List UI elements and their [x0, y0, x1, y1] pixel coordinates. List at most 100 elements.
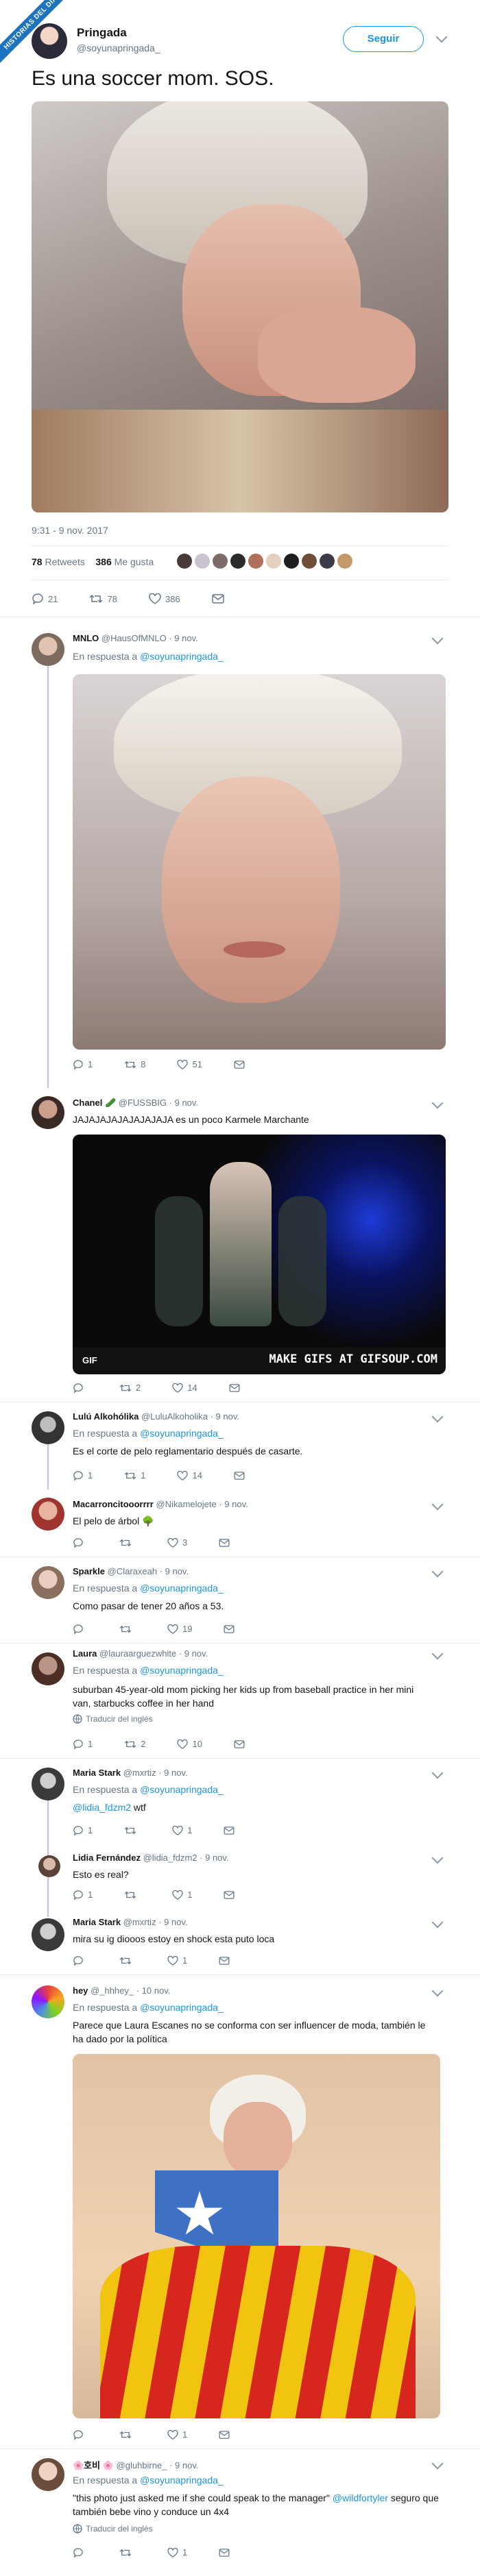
liker-avatar[interactable]: [213, 554, 228, 569]
reply-avatar[interactable]: [32, 1498, 64, 1531]
reply-avatar[interactable]: [32, 1566, 64, 1599]
reply-time[interactable]: · 9 nov.: [160, 1566, 189, 1576]
dm-button[interactable]: [234, 1739, 249, 1748]
reply-author-handle[interactable]: @FUSSBIG: [119, 1098, 167, 1108]
dm-button[interactable]: [234, 1060, 249, 1069]
chevron-down-icon[interactable]: [431, 1411, 444, 1423]
reply-author-handle[interactable]: @lidia_fdzm2: [143, 1853, 197, 1863]
reply-author-handle[interactable]: @Nikamelojete: [156, 1499, 216, 1509]
chevron-down-icon[interactable]: [431, 1097, 444, 1109]
like-button[interactable]: 10: [177, 1739, 202, 1749]
liker-avatar[interactable]: [284, 554, 299, 569]
reply-mention-link[interactable]: @soyunapringada_: [140, 1665, 224, 1676]
reply-avatar[interactable]: [32, 1918, 64, 1951]
liker-avatar[interactable]: [320, 554, 335, 569]
reply-author-name[interactable]: MNLO: [73, 633, 99, 643]
mention-link[interactable]: @wildfortyler: [333, 2492, 388, 2503]
main-author-handle[interactable]: @soyunapringada_: [77, 42, 160, 53]
retweet-button[interactable]: 78: [89, 593, 117, 604]
liker-avatar[interactable]: [248, 554, 263, 569]
dm-button[interactable]: [219, 1538, 234, 1547]
reply-mention-link[interactable]: @soyunapringada_: [140, 1784, 224, 1795]
reply-author-handle[interactable]: @LuluAlkoholika: [141, 1411, 208, 1422]
dm-button[interactable]: [219, 2548, 234, 2557]
dm-button[interactable]: [219, 2430, 234, 2439]
reply-button[interactable]: [73, 2547, 88, 2558]
reply-mention-link[interactable]: @soyunapringada_: [140, 651, 224, 662]
reply-author-handle[interactable]: @gluhbirne_: [117, 2460, 167, 2470]
liker-avatar[interactable]: [230, 554, 245, 569]
reply-author-handle[interactable]: @mxrtiz: [123, 1768, 156, 1778]
reply-time[interactable]: · 9 nov.: [158, 1768, 187, 1778]
like-button[interactable]: 51: [177, 1059, 202, 1069]
reply-button[interactable]: 1: [73, 1739, 93, 1749]
like-button[interactable]: 3: [167, 1537, 187, 1548]
retweet-button[interactable]: 2: [119, 1383, 141, 1393]
reply-button[interactable]: [73, 1955, 88, 1966]
reply-avatar[interactable]: [32, 1096, 64, 1129]
reply-mention-link[interactable]: @soyunapringada_: [140, 2475, 224, 2486]
reply-avatar[interactable]: [32, 2458, 64, 2491]
reply-time[interactable]: · 9 nov.: [179, 1648, 208, 1659]
reply-avatar[interactable]: [32, 633, 64, 666]
like-button[interactable]: 14: [177, 1470, 202, 1481]
reply-author-handle[interactable]: @_hhhey_: [91, 1985, 134, 1996]
translate-label[interactable]: Traducir del inglés: [86, 1714, 153, 1724]
reply-avatar[interactable]: [32, 1411, 64, 1444]
chevron-down-icon[interactable]: [431, 1852, 444, 1864]
retweet-button[interactable]: 1: [124, 1470, 145, 1481]
main-timestamp[interactable]: 9:31 - 9 nov. 2017: [32, 525, 108, 536]
reply-author-handle[interactable]: @Claraxeah: [108, 1566, 157, 1576]
reply-author-handle[interactable]: @mxrtiz: [123, 1917, 156, 1927]
reply-time[interactable]: · 9 nov.: [219, 1499, 248, 1509]
liker-avatar[interactable]: [337, 554, 352, 569]
reply-author-name[interactable]: Chanel 🥒: [73, 1098, 116, 1108]
translate-label[interactable]: Traducir del inglés: [86, 2524, 153, 2534]
reply-avatar[interactable]: [32, 1985, 64, 2018]
translate-link[interactable]: Traducir del inglés: [73, 2524, 153, 2534]
retweet-button[interactable]: [124, 1826, 141, 1835]
reply-avatar[interactable]: [32, 1652, 64, 1685]
reply-photo[interactable]: [73, 674, 446, 1050]
chevron-down-icon[interactable]: [435, 31, 448, 43]
reply-mention-link[interactable]: @soyunapringada_: [140, 2002, 224, 2013]
reply-author-name[interactable]: Laura: [73, 1648, 97, 1659]
chevron-down-icon[interactable]: [431, 1767, 444, 1779]
reply-author-name[interactable]: Sparkle: [73, 1566, 105, 1576]
mention-link[interactable]: @lidia_fdzm2: [73, 1802, 131, 1813]
retweet-button[interactable]: 8: [124, 1059, 145, 1069]
reply-photo[interactable]: [73, 2054, 440, 2418]
reply-author-name[interactable]: Macarroncitooorrrr: [73, 1499, 154, 1509]
dm-button[interactable]: [224, 1890, 239, 1899]
dm-button[interactable]: [234, 1471, 249, 1480]
chevron-down-icon[interactable]: [431, 2457, 444, 2470]
reply-time[interactable]: · 9 nov.: [169, 1098, 198, 1108]
likes-label[interactable]: Me gusta: [115, 556, 154, 567]
reply-author-name[interactable]: Lidia Fernández: [73, 1853, 141, 1863]
reply-author-name[interactable]: Maria Stark: [73, 1917, 121, 1927]
reply-button[interactable]: [73, 1624, 88, 1634]
like-button[interactable]: 1: [167, 2547, 187, 2558]
liker-avatars[interactable]: [177, 554, 352, 569]
reply-author-name[interactable]: Maria Stark: [73, 1768, 121, 1778]
liker-avatar[interactable]: [195, 554, 210, 569]
reply-button[interactable]: 1: [73, 1470, 93, 1481]
reply-time[interactable]: · 9 nov.: [169, 633, 197, 643]
translate-link[interactable]: Traducir del inglés: [73, 1714, 153, 1724]
reply-avatar[interactable]: [38, 1855, 60, 1877]
retweet-button[interactable]: [119, 1538, 136, 1548]
reply-author-name[interactable]: hey: [73, 1985, 88, 1996]
like-button[interactable]: 1: [167, 2429, 187, 2440]
retweet-button[interactable]: [124, 1890, 141, 1900]
chevron-down-icon[interactable]: [431, 1648, 444, 1660]
retweet-button[interactable]: [119, 2548, 136, 2558]
reply-time[interactable]: · 9 nov.: [169, 2460, 198, 2470]
reply-avatar[interactable]: [32, 1768, 64, 1800]
chevron-down-icon[interactable]: [431, 1498, 444, 1511]
chevron-down-icon[interactable]: [431, 1565, 444, 1578]
dm-button[interactable]: [229, 1383, 244, 1392]
reply-button[interactable]: 1: [73, 1059, 93, 1069]
like-button[interactable]: 1: [172, 1890, 192, 1900]
like-button[interactable]: 19: [167, 1624, 192, 1634]
retweet-button[interactable]: 2: [124, 1739, 145, 1749]
